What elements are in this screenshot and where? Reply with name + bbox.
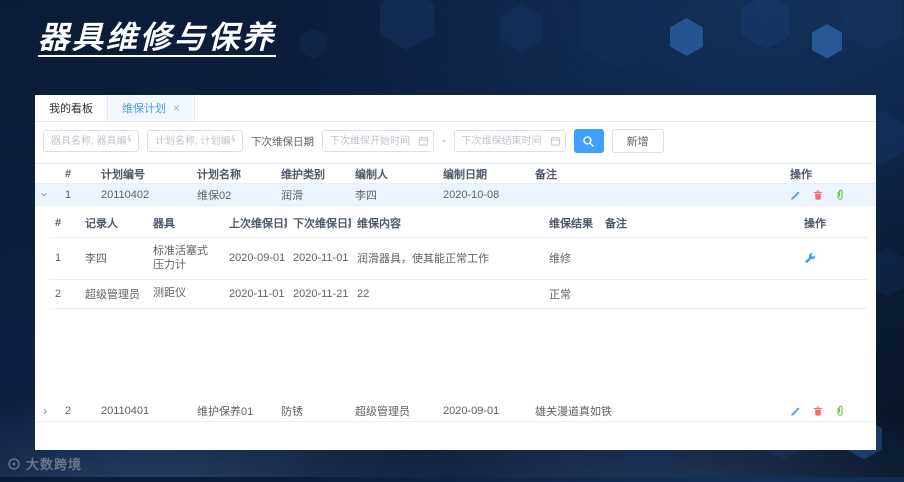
sub-cell-recorder: 李四 (85, 253, 107, 266)
sub-header-recorder: 记录人 (85, 218, 118, 230)
date-start-wrapper (322, 130, 434, 152)
calendar-icon[interactable] (418, 136, 429, 147)
cell-plan-name: 维护保养01 (197, 405, 254, 418)
sub-header-remark: 备注 (605, 218, 627, 230)
sub-header-equipment: 器具 (153, 218, 175, 230)
sub-header-next-date: 下次维保日期 (293, 218, 351, 230)
sub-cell-recorder: 超级管理员 (85, 288, 140, 301)
header-remark: 备注 (535, 168, 557, 181)
cell-date: 2020-09-01 (443, 404, 500, 417)
row-actions (784, 189, 876, 201)
sub-cell-result: 维修 (549, 253, 571, 266)
sub-cell-remark (599, 288, 798, 300)
sub-cell-equipment: 标准活塞式压力计 (153, 245, 208, 272)
header-actions: 操作 (790, 168, 812, 181)
next-maintenance-date-label: 下次维保日期 (251, 135, 314, 148)
filter-bar: 下次维保日期 - 新增 (35, 122, 876, 159)
cell-plan-name: 维保02 (197, 189, 232, 202)
sub-cell-remark (599, 252, 798, 264)
plan-search-input[interactable] (147, 130, 243, 152)
records-table: # 记录人 器具 上次维保日期 下次维保日期 维保内容 维保结果 备注 操作 1… (49, 209, 868, 309)
cell-category: 防锈 (281, 405, 303, 418)
sub-cell-content: 22 (357, 287, 370, 300)
sub-header-actions: 操作 (804, 218, 826, 230)
brand-logo-icon (8, 457, 20, 470)
cell-date: 2020-10-08 (443, 188, 500, 201)
plans-table-header: # 计划编号 计划名称 维护类别 编制人 编制日期 备注 操作 (35, 163, 876, 184)
header-creator: 编制人 (355, 168, 388, 181)
header-date: 编制日期 (443, 168, 487, 181)
collapse-row-icon[interactable]: › (38, 190, 53, 198)
cell-plan-no: 20110401 (101, 404, 150, 417)
sub-cell-content: 润滑器具，使其能正常工作 (357, 253, 489, 266)
main-panel: 我的看板 维保计划 × 下次维保日期 - (35, 95, 876, 450)
delete-icon[interactable] (812, 405, 824, 417)
header-category: 维护类别 (281, 168, 325, 181)
sub-header-content: 维保内容 (357, 218, 401, 230)
edit-icon[interactable] (790, 405, 802, 417)
attachment-icon[interactable] (834, 405, 846, 417)
cell-creator: 李四 (355, 189, 377, 202)
panel-empty-space (35, 422, 876, 450)
footer-brand-text: 大数跨境 (26, 457, 83, 472)
slide-background: { "page": { "title": "器具维修与保养" }, "foote… (0, 0, 904, 477)
header-plan-name: 计划名称 (197, 168, 241, 181)
expand-row-icon[interactable]: › (41, 404, 49, 417)
tab-maintenance-plan-label: 维保计划 (122, 103, 166, 115)
plans-table: # 计划编号 计划名称 维护类别 编制人 编制日期 备注 操作 › 1 2011… (35, 163, 876, 422)
header-plan-no: 计划编号 (101, 168, 145, 181)
sub-cell-last-date: 2020-11-01 (229, 287, 285, 300)
cell-index: 1 (65, 188, 72, 201)
sub-header-result: 维保结果 (549, 218, 593, 230)
calendar-icon[interactable] (550, 136, 561, 147)
edit-icon[interactable] (790, 189, 802, 201)
repair-wrench-icon[interactable] (804, 252, 816, 264)
record-row: 1 李四 标准活塞式压力计 2020-09-01 2020-11-01 润滑器具… (49, 238, 868, 280)
record-actions (798, 252, 868, 264)
tab-bar: 我的看板 维保计划 × (35, 95, 876, 122)
cell-index: 2 (65, 404, 72, 417)
search-button[interactable] (573, 129, 604, 153)
sub-cell-next-date: 2020-11-21 (293, 287, 349, 300)
table-row: › 2 20110401 维护保养01 防锈 超级管理员 2020-09-01 … (35, 400, 876, 422)
sub-cell-result: 正常 (549, 288, 571, 301)
cell-category: 润滑 (281, 189, 303, 202)
date-end-wrapper (453, 130, 566, 152)
sub-cell-index: 2 (55, 287, 62, 300)
table-row: › 1 20110402 维保02 润滑 李四 2020-10-08 (35, 184, 876, 206)
cell-remark: 雄关漫道真如铁 (535, 405, 612, 418)
cell-creator: 超级管理员 (355, 405, 410, 418)
tab-maintenance-plan[interactable]: 维保计划 × (108, 95, 196, 121)
record-row: 2 超级管理员 测距仪 2020-11-01 2020-11-21 22 正常 (49, 280, 868, 309)
footer-logo: 大数跨境 (7, 454, 82, 473)
sub-header-index: # (55, 217, 62, 229)
sub-cell-equipment: 测距仪 (153, 287, 186, 300)
tab-close-icon[interactable]: × (173, 102, 180, 114)
expanded-row-detail: # 记录人 器具 上次维保日期 下次维保日期 维保内容 维保结果 备注 操作 1… (35, 206, 876, 400)
header-index: # (65, 167, 72, 180)
delete-icon[interactable] (812, 189, 824, 201)
sub-header-last-date: 上次维保日期 (229, 218, 287, 230)
attachment-icon[interactable] (834, 189, 846, 201)
tab-my-dashboard-label: 我的看板 (49, 103, 93, 115)
sub-cell-last-date: 2020-09-01 (229, 252, 286, 265)
add-button[interactable]: 新增 (611, 129, 664, 153)
cell-plan-no: 20110402 (101, 188, 150, 201)
sub-cell-next-date: 2020-11-01 (293, 252, 349, 265)
tab-my-dashboard[interactable]: 我的看板 (35, 95, 108, 121)
sub-cell-index: 1 (55, 252, 62, 265)
equipment-search-input[interactable] (43, 130, 139, 152)
page-title: 器具维修与保养 (38, 20, 276, 55)
row-actions (784, 405, 876, 417)
date-range-separator: - (442, 135, 446, 147)
records-table-header: # 记录人 器具 上次维保日期 下次维保日期 维保内容 维保结果 备注 操作 (49, 209, 868, 238)
search-icon (583, 135, 595, 147)
